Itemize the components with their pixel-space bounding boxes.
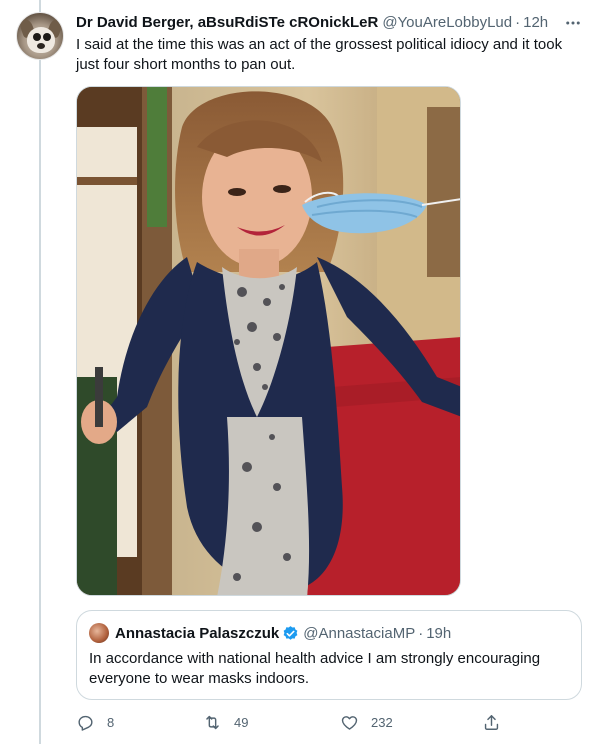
reply-button[interactable]: 8 (76, 708, 114, 736)
share-icon (484, 714, 499, 730)
retweet-count: 49 (234, 714, 249, 730)
quoted-tweet-text: In accordance with national health advic… (89, 650, 541, 687)
avatar-nose (37, 43, 45, 49)
quoted-author-handle: @AnnastaciaMP (303, 624, 416, 642)
separator-dot: · (418, 624, 424, 642)
avatar-eye (33, 33, 41, 41)
author-handle[interactable]: @YouAreLobbyLud (382, 13, 512, 33)
quoted-tweet-header: Annastacia Palaszczuk @AnnastaciaMP · 19… (115, 623, 451, 643)
reply-icon (78, 715, 93, 731)
tweet-header: Dr David Berger, aBsuRdiSTe cROnickLeR @… (76, 13, 556, 33)
tweet-text: I said at the time this was an act of th… (76, 36, 563, 73)
avatar-eye (43, 33, 51, 41)
avatar-face (27, 27, 55, 53)
separator-dot: · (515, 14, 521, 31)
quoted-tweet-time: 19h (426, 624, 452, 642)
retweet-icon (206, 715, 219, 729)
retweet-button[interactable]: 49 (203, 708, 248, 736)
author-avatar[interactable] (16, 12, 64, 60)
reply-count: 8 (107, 714, 115, 730)
more-options-icon[interactable] (562, 12, 584, 34)
verified-badge-icon (282, 625, 299, 642)
heart-icon (341, 715, 358, 730)
tweet-media-image[interactable] (76, 86, 461, 596)
thread-line (39, 0, 41, 744)
author-name[interactable]: Dr David Berger, aBsuRdiSTe cROnickLeR (76, 13, 378, 33)
share-button[interactable] (482, 708, 501, 736)
like-button[interactable]: 232 (340, 708, 393, 736)
quoted-author-name: Annastacia Palaszczuk (115, 624, 280, 642)
media-illustration (77, 87, 460, 595)
quoted-tweet[interactable]: Annastacia Palaszczuk @AnnastaciaMP · 19… (76, 610, 582, 700)
tweet-actions: 8 49 232 (76, 708, 516, 736)
tweet-time[interactable]: 12h (523, 13, 548, 33)
quoted-author-avatar (89, 623, 109, 643)
like-count: 232 (371, 714, 393, 730)
